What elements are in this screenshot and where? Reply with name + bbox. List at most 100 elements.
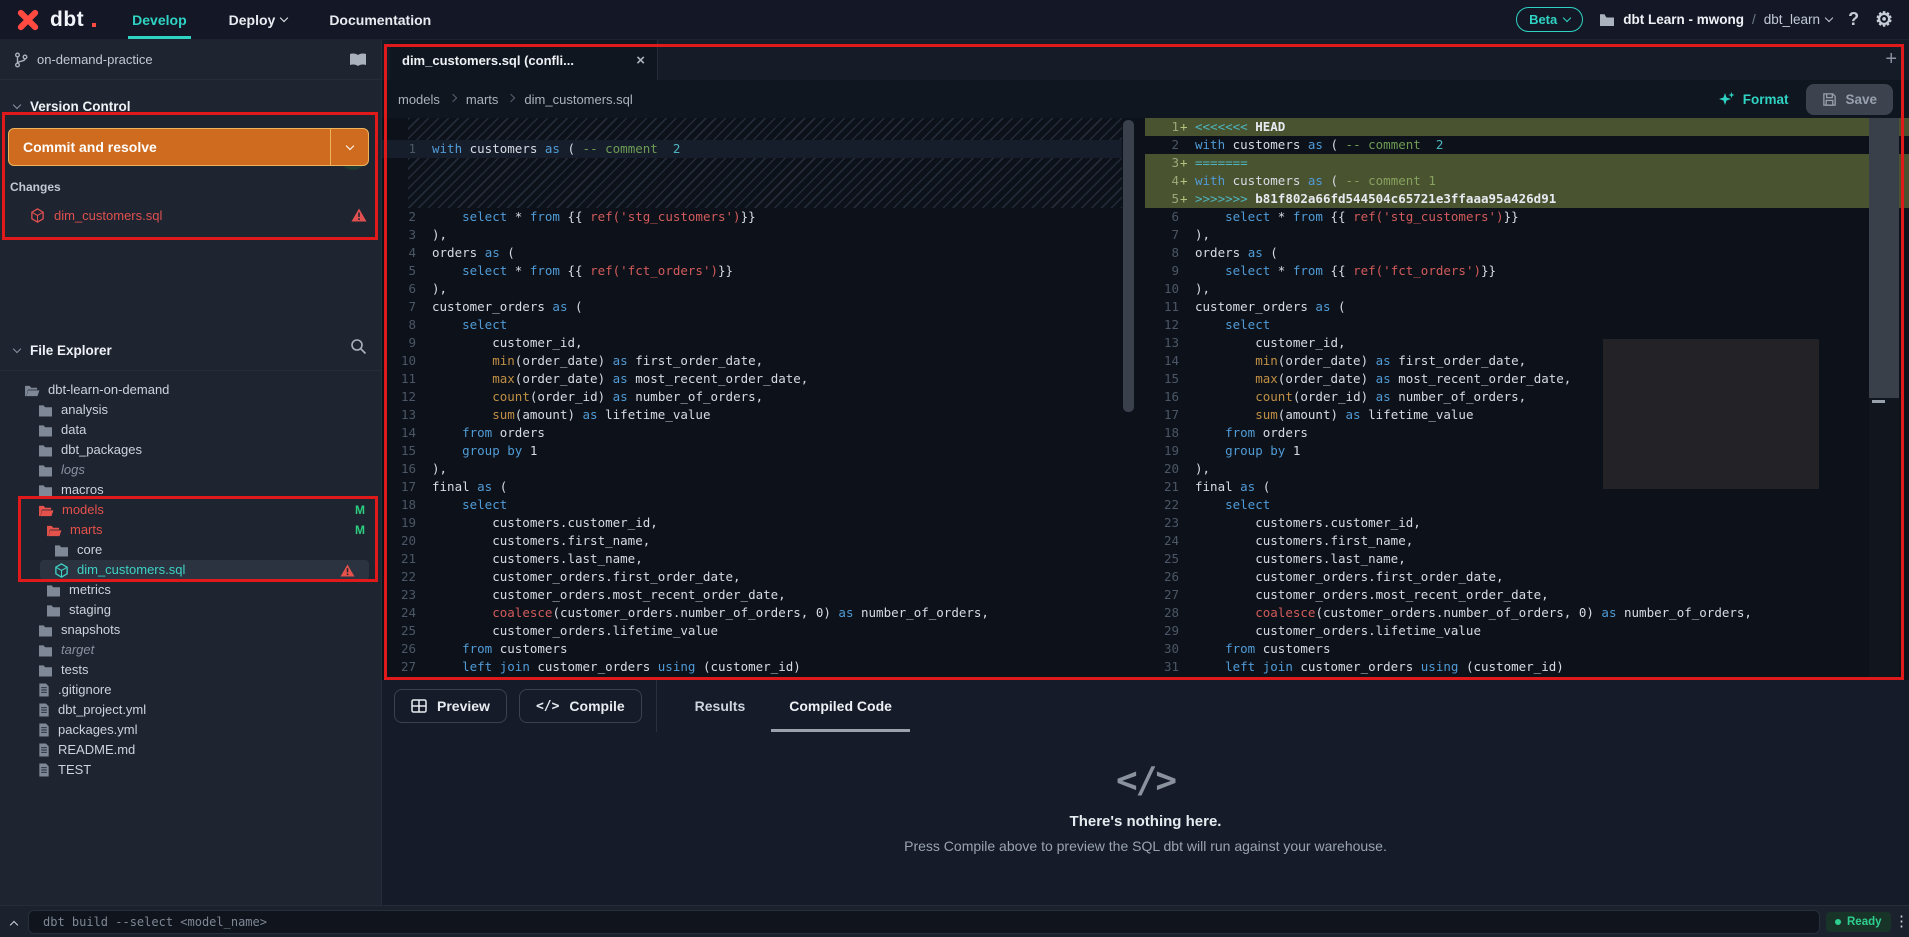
code-line-1: 1 + <<<<<<< HEAD xyxy=(1145,118,1909,136)
version-control-header[interactable]: Version Control 1 xyxy=(0,92,381,170)
project-name[interactable]: dbt Learn - mwong xyxy=(1623,12,1744,27)
environment-selector[interactable]: dbt_learn xyxy=(1764,12,1834,27)
commit-dropdown-caret[interactable] xyxy=(330,129,368,165)
line-number: 24 xyxy=(400,605,416,620)
cube-icon xyxy=(54,562,69,578)
compile-button[interactable]: </> Compile xyxy=(518,689,642,723)
line-number: 12 xyxy=(400,389,416,404)
tree-item-dim-customers-sql[interactable]: dim_customers.sql xyxy=(40,560,369,580)
tree-item--gitignore[interactable]: .gitignore xyxy=(0,680,381,700)
tree-item-data[interactable]: data xyxy=(0,420,381,440)
conflict-hatch-region xyxy=(408,118,1122,140)
tree-item-core[interactable]: core xyxy=(0,540,381,560)
file-explorer-header[interactable]: File Explorer xyxy=(0,336,381,364)
nav-tab-documentation[interactable]: Documentation xyxy=(311,0,449,39)
tab-compiled-code[interactable]: Compiled Code xyxy=(767,680,914,732)
code-line-1: 1 with customers as ( -- comment 2 xyxy=(382,140,1122,158)
tree-item-test[interactable]: TEST xyxy=(0,760,381,780)
dbt-logo[interactable]: dbt xyxy=(0,0,114,39)
tree-item-readme-md[interactable]: README.md xyxy=(0,740,381,760)
code-line-17: 17 final as ( xyxy=(382,478,1122,496)
line-number: 2 xyxy=(1171,137,1179,152)
breadcrumb-file[interactable]: dim_customers.sql xyxy=(524,92,632,107)
help-icon[interactable]: ? xyxy=(1848,9,1859,30)
tree-item-models[interactable]: models M xyxy=(0,500,381,520)
code-editor[interactable]: 1 with customers as ( -- comment 2 2 selec… xyxy=(382,118,1909,680)
line-number: 6 xyxy=(1171,209,1179,224)
tree-item-packages-yml[interactable]: packages.yml xyxy=(0,720,381,740)
command-input[interactable] xyxy=(28,910,1820,934)
conflict-warning-icon xyxy=(340,563,355,577)
code-line-31: 31 left join customer_orders using (cust… xyxy=(1145,658,1909,676)
code-line-19: 19 customers.customer_id, xyxy=(382,514,1122,532)
file-icon xyxy=(38,723,50,737)
folder-open-icon xyxy=(46,524,62,537)
save-button[interactable]: Save xyxy=(1806,83,1893,115)
file-icon xyxy=(38,763,50,777)
line-number: 21 xyxy=(400,551,416,566)
code-line-21: 21 customers.last_name, xyxy=(382,550,1122,568)
line-number: 13 xyxy=(1163,335,1179,350)
gear-icon[interactable]: ⚙ xyxy=(1875,7,1893,32)
chevron-down-icon xyxy=(1824,13,1834,23)
chevron-up-icon[interactable] xyxy=(9,920,19,930)
breadcrumb-marts[interactable]: marts xyxy=(466,92,499,107)
line-number: 22 xyxy=(400,569,416,584)
line-number: 17 xyxy=(400,479,416,494)
line-number: 26 xyxy=(1163,569,1179,584)
format-button[interactable]: Format xyxy=(1718,91,1788,107)
editor-tab-bar: dim_customers.sql (confli... × + xyxy=(382,40,1909,80)
new-tab-icon[interactable]: + xyxy=(1885,48,1897,71)
left-pane-scrollbar[interactable] xyxy=(1123,120,1134,412)
tree-item-marts[interactable]: marts M xyxy=(0,520,381,540)
editor-tab-dim-customers[interactable]: dim_customers.sql (confli... × xyxy=(390,40,658,80)
line-number: 11 xyxy=(400,371,416,386)
search-icon[interactable] xyxy=(350,338,367,355)
folder-icon xyxy=(46,584,61,597)
code-line-8: 8 select xyxy=(382,316,1122,334)
docs-book-icon[interactable] xyxy=(349,52,367,67)
tree-item-tests[interactable]: tests xyxy=(0,660,381,680)
close-tab-icon[interactable]: × xyxy=(636,52,645,69)
nav-tab-deploy[interactable]: Deploy xyxy=(211,0,306,39)
tree-item-dbt-learn-on-demand[interactable]: dbt-learn-on-demand xyxy=(0,380,381,400)
code-line-5: 5 select * from {{ ref('fct_orders')}} xyxy=(382,262,1122,280)
modified-badge: M xyxy=(355,503,365,517)
preview-button[interactable]: Preview xyxy=(394,689,507,723)
chevron-down-icon xyxy=(12,344,22,353)
tree-item-metrics[interactable]: metrics xyxy=(0,580,381,600)
nav-tab-develop[interactable]: Develop xyxy=(114,0,204,39)
tree-item-macros[interactable]: macros xyxy=(0,480,381,500)
editor-pane-left[interactable]: 1 with customers as ( -- comment 2 2 selec… xyxy=(382,118,1122,680)
commit-and-resolve-button[interactable]: Commit and resolve xyxy=(8,128,369,166)
line-number: 27 xyxy=(400,659,416,674)
file-icon xyxy=(38,743,50,757)
command-bar: Ready ⋮ xyxy=(0,905,1909,937)
breadcrumb-models[interactable]: models xyxy=(398,92,440,107)
tree-item-snapshots[interactable]: snapshots xyxy=(0,620,381,640)
branch-row[interactable]: on-demand-practice xyxy=(0,40,381,80)
kebab-menu-icon[interactable]: ⋮ xyxy=(1894,912,1909,930)
folder-icon xyxy=(38,404,53,417)
changed-file-row[interactable]: dim_customers.sql xyxy=(0,200,381,230)
tree-item-staging[interactable]: staging xyxy=(0,600,381,620)
code-line-27: 27 left join customer_orders using (cust… xyxy=(382,658,1122,676)
breadcrumb: models marts dim_customers.sql xyxy=(398,92,633,107)
tree-item-dbt-packages[interactable]: dbt_packages xyxy=(0,440,381,460)
line-number: 19 xyxy=(1163,443,1179,458)
account-breadcrumb: dbt Learn - mwong / dbt_learn xyxy=(1599,12,1834,27)
beta-badge[interactable]: Beta xyxy=(1516,7,1584,32)
code-line-22: 22 customer_orders.first_order_date, xyxy=(382,568,1122,586)
tree-item-analysis[interactable]: analysis xyxy=(0,400,381,420)
tree-item-logs[interactable]: logs xyxy=(0,460,381,480)
line-number: 15 xyxy=(1163,371,1179,386)
minimap-viewport[interactable] xyxy=(1869,118,1899,398)
minimap[interactable] xyxy=(1869,118,1899,680)
tab-results[interactable]: Results xyxy=(673,680,768,732)
code-line-24: 24 customers.first_name, xyxy=(1145,532,1909,550)
tree-item-dbt-project-yml[interactable]: dbt_project.yml xyxy=(0,700,381,720)
code-line-22: 22 select xyxy=(1145,496,1909,514)
tree-item-target[interactable]: target xyxy=(0,640,381,660)
file-icon xyxy=(38,703,50,717)
tree-item-label: packages.yml xyxy=(58,722,138,737)
